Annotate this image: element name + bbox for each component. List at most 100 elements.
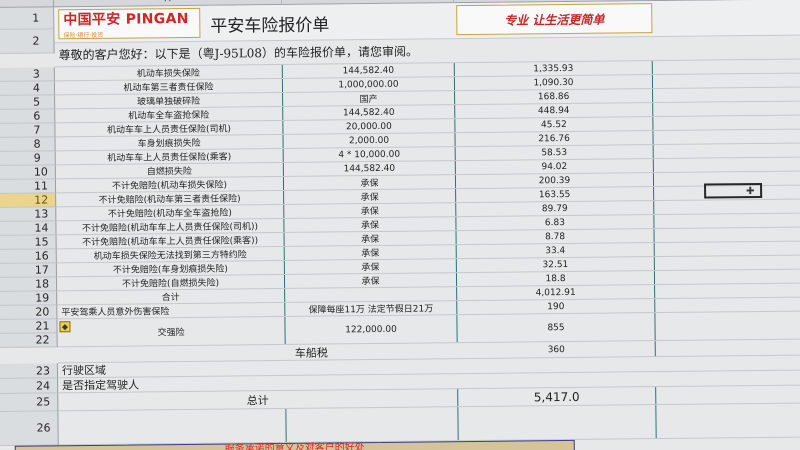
spreadsheet-window: A B C D E 123456789101112131415161718192… <box>0 0 800 450</box>
cell-a[interactable]: 不计免赔险(机动车第三者责任保险) <box>56 190 285 207</box>
accident-note[interactable]: 保障每座11万 法定节假日21万 <box>285 301 458 316</box>
driving-area-label[interactable]: 行驶区域 <box>58 361 286 377</box>
cell-b[interactable]: 20,000.00 <box>283 119 456 134</box>
cell-b[interactable]: 承保 <box>284 203 457 218</box>
row-header[interactable]: 22 <box>0 333 58 348</box>
cell-a[interactable]: 自燃损失险 <box>55 162 284 179</box>
sheet-title: 平安车险报价单 <box>210 15 330 37</box>
cell-a[interactable]: 玻璃单独破碎险 <box>55 92 284 109</box>
cell-b[interactable]: 国产 <box>283 91 456 106</box>
row-header[interactable]: 3 <box>0 67 55 82</box>
cell-c[interactable]: 94.02 <box>455 159 654 175</box>
cell-c[interactable]: 163.55 <box>456 187 655 203</box>
row-header[interactable]: 6 <box>0 109 56 124</box>
row-header[interactable]: 13 <box>0 207 57 222</box>
designated-driver-label[interactable]: 是否指定驾驶人 <box>58 376 286 392</box>
cell-a[interactable]: 机动车车上人员责任保险(司机) <box>55 120 284 137</box>
cell-c[interactable]: 58.53 <box>455 145 654 161</box>
cell-b[interactable]: 承保 <box>283 175 457 190</box>
cell-a[interactable]: 车身划痕损失险 <box>55 134 284 151</box>
accident-label[interactable]: 平安驾乘人员意外伤害保险 <box>57 302 286 319</box>
blank-row[interactable] <box>58 403 800 446</box>
cell-b[interactable]: 4 * 10,000.00 <box>283 147 456 162</box>
cell-b[interactable]: 承保 <box>284 217 457 232</box>
cell-b[interactable]: 承保 <box>284 273 458 288</box>
pingan-logo: 中国平安 PINGAN 保险·银行·投资 <box>58 7 201 40</box>
row-header[interactable]: 8 <box>0 137 56 152</box>
row-header[interactable]: 21 <box>0 319 58 334</box>
row-header[interactable]: 12 <box>0 193 57 208</box>
row-header[interactable]: 2 <box>0 29 55 54</box>
row-header[interactable]: 14 <box>0 221 57 236</box>
cell-a[interactable]: 不计免赔险(机动车车上人员责任保险(乘客)) <box>56 232 285 249</box>
cell-a[interactable]: 不计免赔险(机动车全车盗抢险) <box>56 204 285 221</box>
cell-c[interactable]: 1,090.30 <box>454 75 654 91</box>
row-header[interactable]: 4 <box>0 81 56 96</box>
row-header[interactable]: 5 <box>0 95 56 110</box>
cell-a[interactable]: 不计免赔险(车身划痕损失险) <box>56 260 285 277</box>
compulsory-amount[interactable]: 122,000.00 <box>285 315 458 344</box>
row-header[interactable]: 20 <box>0 305 58 320</box>
cell-a[interactable]: 机动车车上人员责任保险(乘客) <box>55 148 284 165</box>
cell-c[interactable]: 89.79 <box>456 201 655 217</box>
row-header[interactable]: 17 <box>0 263 57 278</box>
slogan-banner: 专业 让生活更简单 <box>456 3 653 36</box>
cell-a[interactable]: 不计免赔险(机动车车上人员责任保险(司机)) <box>56 218 285 235</box>
cell-a[interactable]: 机动车损失保险无法找到第三方特约险 <box>56 246 285 263</box>
cell-a[interactable]: 机动车全车盗抢保险 <box>55 106 284 123</box>
cell-b[interactable]: 承保 <box>284 231 457 246</box>
blank-a[interactable] <box>58 408 287 445</box>
cell-c[interactable]: 1,335.93 <box>454 61 653 77</box>
cell-c[interactable]: 18.8 <box>456 271 656 287</box>
cell-a[interactable]: 不计免赔险(机动车损失保险) <box>55 176 285 193</box>
cell-b[interactable]: 144,582.40 <box>282 63 455 78</box>
mouse-cursor-icon: ✚ <box>746 186 755 198</box>
brand-tagline: 保险·银行·投资 <box>63 31 104 40</box>
row-header[interactable]: 15 <box>0 235 57 250</box>
cell-c[interactable]: 216.76 <box>455 131 654 147</box>
subtotal-b[interactable] <box>285 287 458 302</box>
row-header[interactable]: 18 <box>0 277 58 292</box>
row-header[interactable]: 24 <box>0 378 59 394</box>
grand-total-value[interactable]: 5,417.0 <box>458 387 657 407</box>
cell-c[interactable]: 45.52 <box>455 117 654 133</box>
cell-b[interactable]: 144,582.40 <box>283 161 456 176</box>
cell-a[interactable]: 不计免赔险(自燃损失险) <box>56 274 286 291</box>
cell-c[interactable]: 448.94 <box>455 103 654 119</box>
row-header[interactable]: 26 <box>0 411 59 446</box>
row-header[interactable]: 10 <box>0 165 56 180</box>
cell-b[interactable]: 承保 <box>284 259 457 274</box>
blank-b[interactable] <box>286 407 459 442</box>
cell-b[interactable]: 2,000.00 <box>283 133 456 148</box>
row-header[interactable]: 19 <box>0 291 58 306</box>
cell-b[interactable]: 144,582.40 <box>283 105 456 120</box>
blank-c[interactable] <box>458 405 657 441</box>
row-header[interactable]: 7 <box>0 123 56 138</box>
cell-a[interactable]: 机动车第三者责任保险 <box>54 78 284 95</box>
row-header[interactable]: 11 <box>0 179 57 194</box>
brand-name: 中国平安 PINGAN <box>63 10 189 29</box>
accident-value[interactable]: 190 <box>457 299 656 315</box>
sheet-grid[interactable]: 中国平安 PINGAN 保险·银行·投资 平安车险报价单 专业 让生活更简单 尊… <box>54 0 800 450</box>
subtotal-label[interactable]: 合计 <box>57 288 286 305</box>
row-header[interactable]: 16 <box>0 249 57 264</box>
cell-b[interactable]: 承保 <box>284 245 457 260</box>
compulsory-label[interactable]: 交强险 <box>57 316 286 347</box>
compulsory-value[interactable]: 855 <box>457 313 656 343</box>
cell-c[interactable]: 168.86 <box>455 89 654 105</box>
row-header[interactable]: 9 <box>0 151 56 166</box>
vessel-tax-label[interactable]: 车船税 <box>295 344 328 360</box>
row-header[interactable]: 25 <box>0 393 59 412</box>
subtotal-value[interactable]: 4,012.91 <box>457 285 656 301</box>
cell-c[interactable]: 32.51 <box>456 257 655 273</box>
cell-b[interactable]: 承保 <box>284 189 457 204</box>
cell-c[interactable]: 6.83 <box>456 215 655 231</box>
cell-c[interactable]: 8.78 <box>456 229 655 245</box>
vessel-tax-value[interactable]: 360 <box>457 341 656 359</box>
cell-a[interactable]: 机动车损失保险 <box>54 64 283 81</box>
cell-b[interactable]: 1,000,000.00 <box>282 77 456 92</box>
cell-c[interactable]: 200.39 <box>455 173 655 189</box>
row-header[interactable]: 1 <box>0 7 55 30</box>
row-header[interactable]: 23 <box>0 363 59 379</box>
cell-c[interactable]: 33.4 <box>456 243 655 259</box>
